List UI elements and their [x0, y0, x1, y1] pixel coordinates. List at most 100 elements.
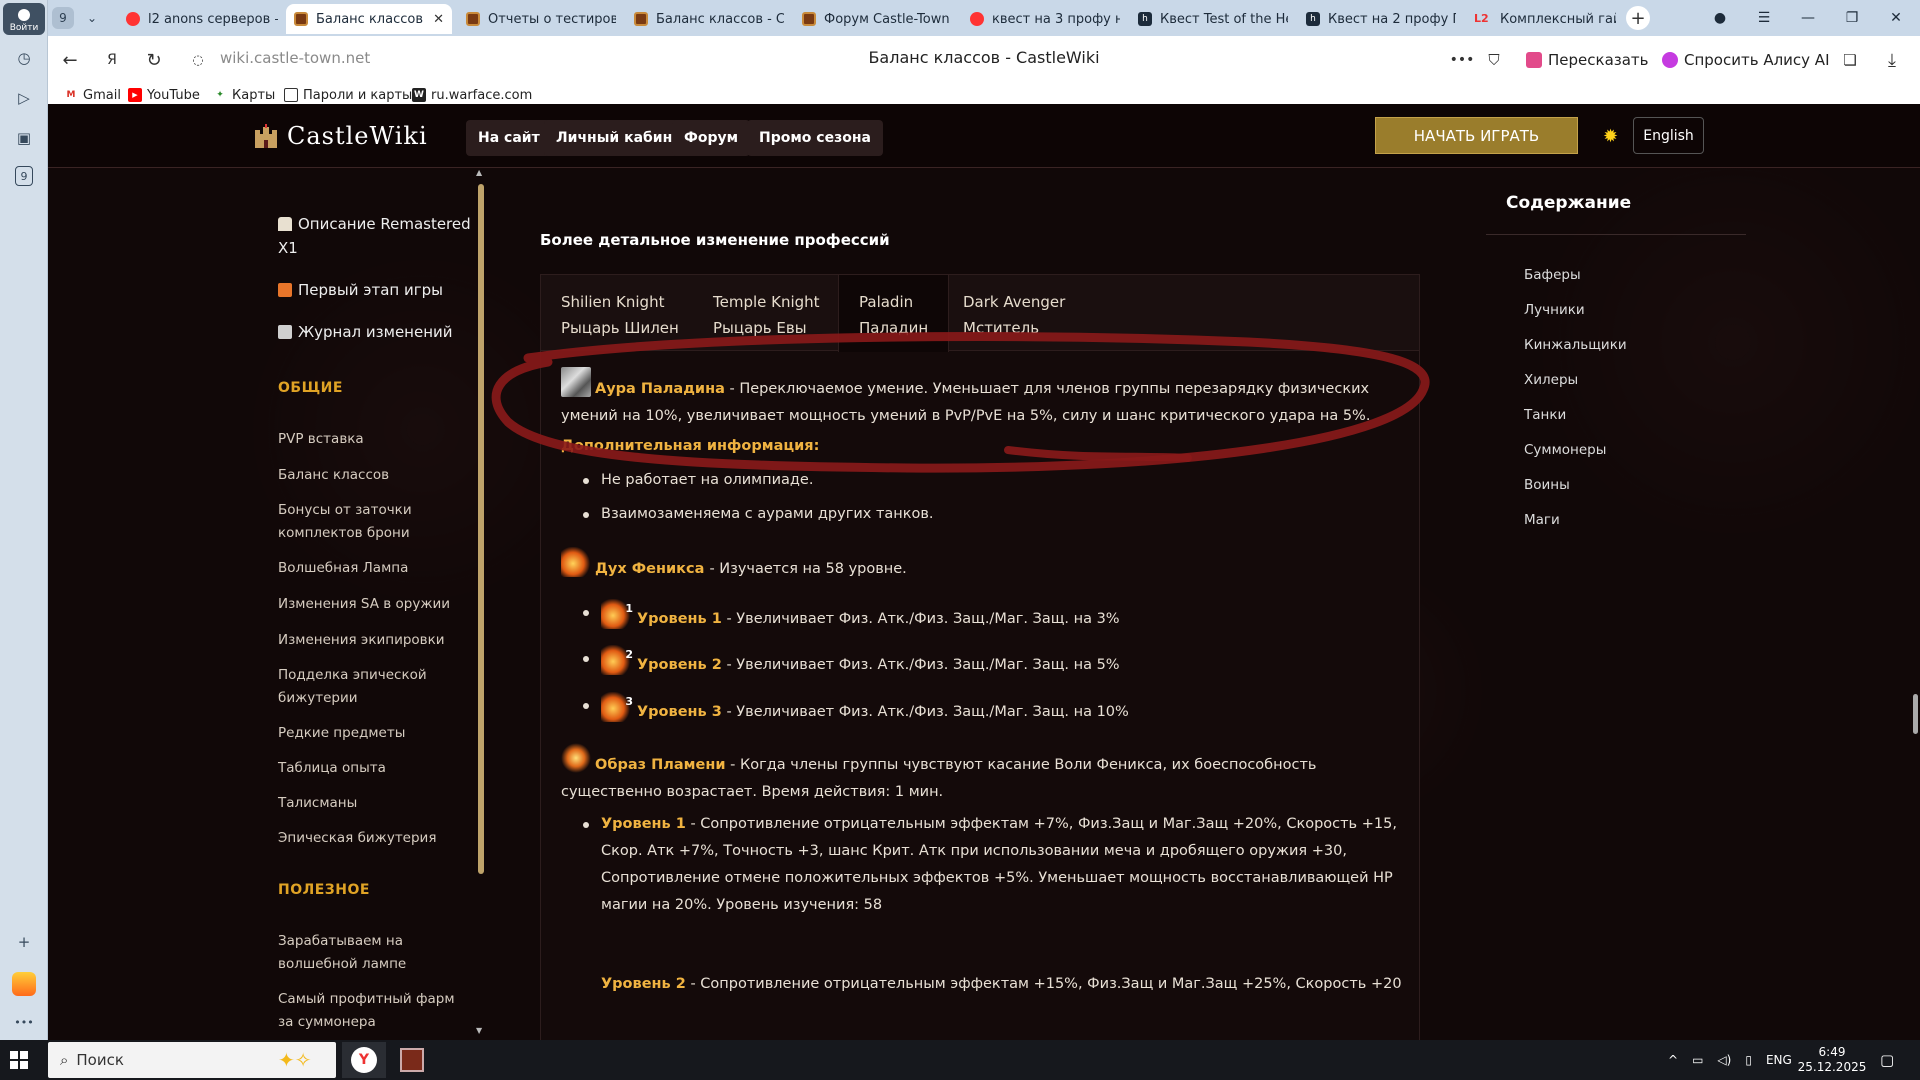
toc-item[interactable]: Хилеры: [1524, 372, 1578, 388]
browser-tab[interactable]: l2 anons серверов –: [118, 4, 286, 34]
tab-shilien-knight[interactable]: Shilien Knight Рыцарь Шилен: [541, 275, 699, 351]
sidebar-item[interactable]: Редкие предметы: [278, 722, 458, 745]
bookmark-youtube[interactable]: ▶ YouTube: [128, 84, 200, 106]
scroll-up-arrow[interactable]: ▲: [476, 168, 482, 177]
yandex-browser-taskbar-icon[interactable]: Y: [342, 1042, 386, 1078]
more-icon[interactable]: •••: [1448, 46, 1476, 74]
profession-panel: Shilien Knight Рыцарь Шилен Temple Knight…: [540, 274, 1420, 1054]
site-info-icon[interactable]: ◌: [184, 46, 212, 74]
browser-tab[interactable]: Отчеты о тестирова: [458, 4, 624, 34]
extra-info-title: Дополнительная информация:: [561, 438, 820, 454]
language-indicator[interactable]: ENG: [1766, 1053, 1792, 1067]
login-button[interactable]: Войти: [3, 3, 45, 35]
nav-promo[interactable]: Промо сезона: [747, 120, 883, 156]
sidebar-item[interactable]: PVP вставка: [278, 428, 458, 451]
list-item: Взаимозаменяема с аурами других танков.: [583, 501, 934, 528]
volume-icon[interactable]: ◁): [1717, 1053, 1731, 1067]
game-taskbar-icon[interactable]: [390, 1042, 434, 1078]
browser-tab[interactable]: h Квест Test of the He: [1130, 4, 1296, 34]
warface-icon: W: [412, 88, 426, 102]
toc-item[interactable]: Танки: [1524, 407, 1566, 423]
toc-item[interactable]: Лучники: [1524, 302, 1585, 318]
sidebar-item[interactable]: Эпическая бижутерия: [278, 827, 458, 850]
tab-paladin[interactable]: Paladin Паладин: [838, 275, 950, 352]
wiki-icon: h: [1306, 12, 1320, 26]
sidebar-item[interactable]: Бонусы от заточки комплектов брони: [278, 499, 458, 545]
collections-icon[interactable]: ❏: [1836, 46, 1864, 74]
sidebar-scrollbar[interactable]: [478, 184, 484, 874]
restore-button[interactable]: ❐: [1832, 0, 1872, 36]
chevron-down-icon[interactable]: ⌄: [82, 6, 102, 30]
bookmark-gmail[interactable]: M Gmail: [64, 84, 121, 106]
toc-item[interactable]: Маги: [1524, 512, 1560, 528]
profile-icon[interactable]: ●: [1700, 0, 1740, 36]
sidebar-item-remastered[interactable]: Описание Remastered X1: [278, 212, 478, 260]
sidebar-item[interactable]: Баланс классов: [278, 464, 458, 487]
start-playing-button[interactable]: НАЧАТЬ ИГРАТЬ: [1375, 117, 1578, 154]
aura-skill-icon: [561, 367, 591, 397]
sun-icon[interactable]: ✹: [1603, 128, 1621, 146]
toc-item[interactable]: Кинжальщики: [1524, 337, 1627, 353]
browser-tab-active[interactable]: Баланс классов - ✕: [286, 4, 452, 34]
toc-item[interactable]: Баферы: [1524, 267, 1581, 283]
tab-count[interactable]: 9: [52, 7, 74, 29]
close-window-button[interactable]: ✕: [1876, 0, 1916, 36]
download-icon[interactable]: ⤓: [1878, 46, 1906, 74]
menu-icon[interactable]: ☰: [1744, 0, 1784, 36]
alice-icon[interactable]: [12, 972, 36, 996]
sidebar-item[interactable]: Волшебная Лампа: [278, 557, 458, 580]
nav-site[interactable]: На сайт: [466, 120, 552, 156]
chevron-up-icon[interactable]: ^: [1668, 1053, 1678, 1067]
minimize-button[interactable]: —: [1788, 0, 1828, 36]
toc-item[interactable]: Суммонеры: [1524, 442, 1606, 458]
history-icon[interactable]: ◷: [12, 46, 36, 70]
sidebar-item[interactable]: Таблица опыта: [278, 757, 458, 780]
clock[interactable]: 6:49 25.12.2025: [1798, 1040, 1867, 1080]
ask-alice-button[interactable]: Спросить Алису AI: [1654, 44, 1838, 76]
sidebar-item[interactable]: Самый профитный фарм за суммонера: [278, 988, 458, 1034]
close-icon[interactable]: ✕: [433, 12, 444, 27]
reload-icon[interactable]: ↻: [140, 46, 168, 74]
sidebar-item-first-stage[interactable]: Первый этап игры: [278, 278, 478, 302]
nav-forum[interactable]: Форум: [672, 120, 751, 156]
back-icon[interactable]: ←: [56, 46, 84, 74]
url-field[interactable]: wiki.castle-town.net: [220, 49, 370, 67]
retell-button[interactable]: Пересказать: [1518, 44, 1657, 76]
sidebar-item[interactable]: Изменения SA в оружии: [278, 593, 458, 616]
add-icon[interactable]: +: [12, 930, 36, 954]
sidebar-item[interactable]: Зарабатываем на волшебной лампе: [278, 930, 458, 976]
tab-temple-knight[interactable]: Temple Knight Рыцарь Евы: [693, 275, 840, 351]
page-scrollbar[interactable]: [1910, 104, 1920, 1040]
battery-icon[interactable]: ▯: [1745, 1053, 1752, 1067]
network-icon[interactable]: ▭: [1692, 1053, 1703, 1067]
sidebar-item[interactable]: Подделка эпической бижутерии: [278, 664, 458, 710]
left-sidebar: Описание Remastered X1 Первый этап игры …: [278, 168, 528, 1040]
scroll-down-arrow[interactable]: ▼: [476, 1026, 482, 1035]
sidebar-item[interactable]: Талисманы: [278, 792, 458, 815]
bookmark-maps[interactable]: ✦ Карты: [213, 84, 275, 106]
browser-tab[interactable]: Баланс классов - Са: [626, 4, 792, 34]
yandex-home-icon[interactable]: Я: [98, 46, 126, 74]
rail-badge[interactable]: 9: [15, 166, 33, 186]
more-icon[interactable]: •••: [12, 1010, 36, 1034]
windows-start-button[interactable]: [10, 1051, 28, 1069]
browser-tab[interactable]: L2Комплексный гайд: [1466, 4, 1624, 34]
sidebar-item[interactable]: Изменения экипировки: [278, 629, 458, 652]
bookmark-passwords[interactable]: Пароли и карты: [284, 84, 412, 106]
site-logo[interactable]: CastleWiki: [253, 122, 428, 150]
bookmark-icon[interactable]: ⛉: [1480, 46, 1508, 74]
toc-item[interactable]: Воины: [1524, 477, 1570, 493]
tab-dark-avenger[interactable]: Dark Avenger Мститель: [943, 275, 1085, 351]
new-tab-button[interactable]: +: [1626, 6, 1650, 30]
screenshot-icon[interactable]: ▣: [12, 126, 36, 150]
phoenix-skill-icon: [561, 547, 591, 577]
language-button[interactable]: English: [1633, 117, 1704, 154]
browser-tab[interactable]: h Квест на 2 профу Па: [1298, 4, 1464, 34]
sidebar-item-changelog[interactable]: Журнал изменений: [278, 320, 478, 344]
play-icon[interactable]: ▷: [12, 86, 36, 110]
browser-tab[interactable]: квест на 3 профу не: [962, 4, 1128, 34]
bookmark-warface[interactable]: Wru.warface.com: [412, 84, 532, 106]
notifications-icon[interactable]: ▢: [1880, 1040, 1894, 1080]
taskbar-search[interactable]: ⌕ Поиск ✦✧: [48, 1042, 336, 1078]
browser-tab[interactable]: Форум Castle-Town: [794, 4, 960, 34]
